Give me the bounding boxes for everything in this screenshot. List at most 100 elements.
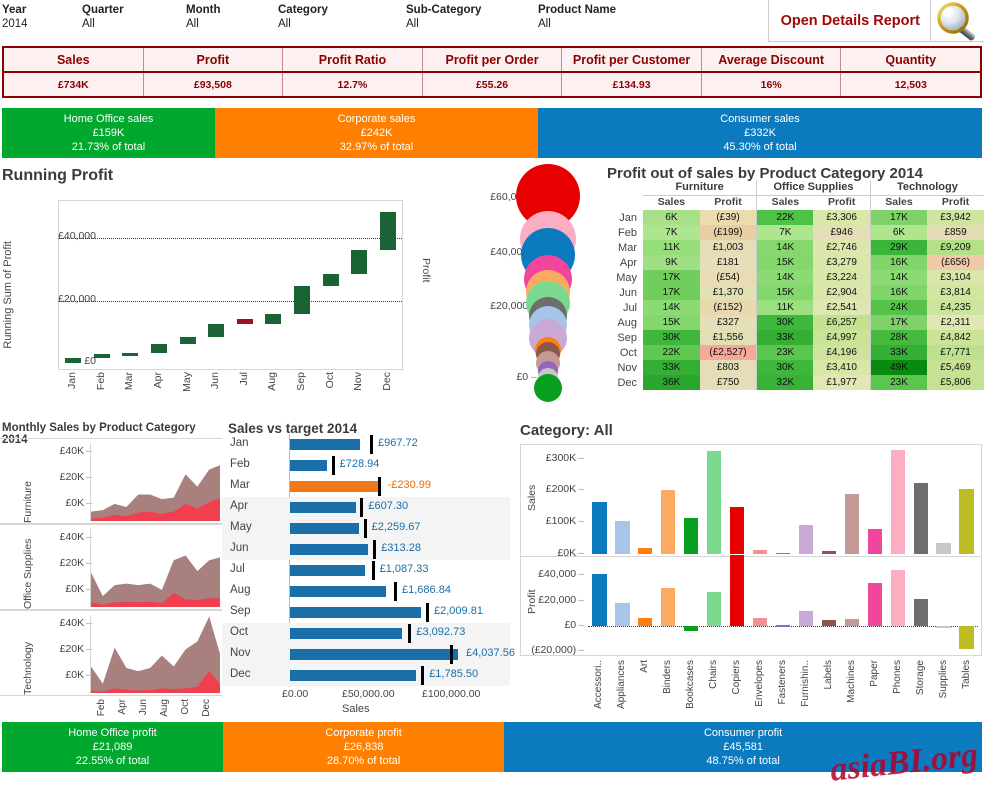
open-details-report-button[interactable]: Open Details Report — [767, 0, 984, 42]
category-sales-bar-Supplies[interactable] — [936, 543, 951, 554]
filter-year[interactable]: Year 2014 — [2, 3, 28, 32]
cell-Oct-5: £7,771 — [927, 345, 984, 360]
category-profit-bar-Appliances[interactable] — [615, 603, 630, 627]
waterfall-bar-Jun — [208, 323, 225, 338]
row-month-Aug: Aug — [617, 316, 637, 329]
cell-Dec-4: 23K — [869, 375, 928, 390]
category-profit-bar-Phones[interactable] — [890, 570, 905, 627]
category-x-tick-Appliances: Appliances — [616, 660, 628, 709]
category-sales-bar-Binders[interactable] — [661, 489, 676, 554]
waterfall-bar-Nov — [351, 250, 368, 275]
cell-Jun-0: 17K — [643, 285, 700, 300]
kpi-value-5: 16% — [701, 73, 842, 96]
filter-value[interactable]: All — [538, 17, 616, 32]
category-sales-bar-Envelopes[interactable] — [752, 550, 768, 554]
filter-sub-category[interactable]: Sub-Category All — [406, 3, 481, 32]
category-profit-bar-Accessori..[interactable] — [592, 573, 607, 627]
cell-Jan-3: £3,306 — [813, 210, 871, 225]
segment-pct: 22.55% of total — [75, 755, 150, 767]
category-profit-bar-Fasteners[interactable] — [775, 625, 791, 628]
category-sales-bar-Appliances[interactable] — [615, 520, 630, 554]
category-sales-bar-Tables[interactable] — [959, 488, 974, 554]
sales-segment-2[interactable]: Consumer sales £332K 45.30% of total — [538, 108, 982, 158]
svt-bar-Apr[interactable] — [290, 502, 356, 513]
category-sales-bar-Chairs[interactable] — [707, 450, 722, 554]
svt-bar-Feb[interactable] — [290, 460, 327, 471]
cell-Jun-5: £3,814 — [927, 285, 984, 300]
category-sales-bar-Fasteners[interactable] — [775, 553, 791, 554]
category-sales-bar-Phones[interactable] — [890, 450, 905, 554]
area-x-tick-Aug: Aug — [159, 699, 170, 717]
filter-value[interactable]: All — [82, 17, 124, 32]
svt-bar-Jan[interactable] — [290, 439, 361, 450]
svt-bar-Aug[interactable] — [290, 586, 386, 597]
sales-segment-1[interactable]: Corporate sales £242K 32.97% of total — [214, 108, 539, 158]
profit-segment-0[interactable]: Home Office profit £21,089 22.55% of total — [2, 722, 223, 772]
profit-segment-2[interactable]: Consumer profit £45,581 48.75% of total — [504, 722, 982, 772]
svt-bar-May[interactable] — [290, 523, 359, 534]
category-profit-bar-Chairs[interactable] — [707, 591, 722, 627]
row-month-Jun: Jun — [619, 286, 637, 299]
category-sales-bar-Storage[interactable] — [913, 483, 928, 554]
sales-segment-0[interactable]: Home Office sales £159K 21.73% of total — [2, 108, 215, 158]
kpi-header-0: Sales — [4, 48, 144, 71]
magnifier-icon — [930, 0, 984, 42]
filter-month[interactable]: Month All — [186, 3, 220, 32]
filter-quarter[interactable]: Quarter All — [82, 3, 124, 32]
area-x-tick-Jun: Jun — [138, 699, 149, 716]
svt-target-Dec — [421, 666, 425, 685]
category-profit-bar-Paper[interactable] — [867, 582, 882, 627]
category-sales-bar-Furnishin..[interactable] — [798, 525, 814, 554]
svt-bar-Mar[interactable] — [290, 481, 380, 492]
category-sales-bar-Art[interactable] — [638, 548, 653, 554]
area-plot-Technology — [90, 615, 220, 693]
segment-value: £45,581 — [723, 741, 763, 753]
category-profit-bar-Storage[interactable] — [913, 599, 928, 627]
category-profit-bar-Bookcases[interactable] — [684, 626, 699, 632]
category-sales-bar-Machines[interactable] — [844, 493, 859, 554]
profit-by-segment-bar: Home Office profit £21,089 22.55% of total… — [2, 722, 982, 772]
profit-segment-1[interactable]: Corporate profit £26,838 28.70% of total — [222, 722, 505, 772]
category-sales-bar-Labels[interactable] — [821, 551, 836, 554]
svt-row-Jan: Jan £967.72 — [222, 434, 510, 455]
category-profit-bar-Binders[interactable] — [661, 587, 676, 627]
area-panel-Technology: Technology £40K £20K £0K — [0, 610, 222, 696]
svt-bar-Oct[interactable] — [290, 628, 402, 639]
filter-category[interactable]: Category All — [278, 3, 328, 32]
cell-Jun-2: 15K — [756, 285, 814, 300]
category-sales-bar-Copiers[interactable] — [730, 506, 745, 554]
svt-bar-Sep[interactable] — [290, 607, 422, 618]
category-profit-bar-Machines[interactable] — [844, 619, 859, 627]
category-profit-bar-Furnishin..[interactable] — [798, 610, 814, 627]
cell-Feb-5: £859 — [927, 225, 984, 240]
category-sales-bar-Accessori..[interactable] — [592, 502, 607, 554]
svt-bar-Jul[interactable] — [290, 565, 366, 576]
svt-row-Aug: Aug £1,686.84 — [222, 581, 510, 602]
svt-bar-Dec[interactable] — [290, 670, 417, 681]
category-profit-bar-Art[interactable] — [638, 618, 653, 627]
category-profit-bar-Labels[interactable] — [821, 619, 836, 627]
category-profit-bar-Copiers[interactable] — [730, 554, 745, 627]
svt-month-Jan: Jan — [230, 437, 249, 449]
filter-value[interactable]: All — [406, 17, 481, 32]
area-y-tick-2-0: £40K — [44, 617, 92, 629]
filter-value[interactable]: All — [186, 17, 220, 32]
filter-product-name[interactable]: Product Name All — [538, 3, 616, 32]
cell-Mar-3: £2,746 — [813, 240, 871, 255]
category-sales-bar-Bookcases[interactable] — [684, 518, 699, 554]
bubble-14[interactable] — [534, 374, 562, 402]
category-profit-bar-Supplies[interactable] — [936, 626, 951, 629]
filter-value[interactable]: All — [278, 17, 328, 32]
sub-header-Technology-Sales: Sales — [869, 195, 928, 210]
svt-month-May: May — [230, 521, 252, 533]
kpi-header-5: Average Discount — [701, 48, 842, 71]
svt-month-Sep: Sep — [230, 605, 251, 617]
area-x-tick-Oct: Oct — [180, 699, 191, 715]
svt-bar-Nov[interactable] — [290, 649, 458, 660]
segment-value: £332K — [744, 127, 776, 139]
category-sales-bar-Paper[interactable] — [867, 529, 882, 554]
svt-bar-Jun[interactable] — [290, 544, 369, 555]
filter-value[interactable]: 2014 — [2, 17, 28, 32]
category-profit-bar-Envelopes[interactable] — [752, 618, 768, 627]
category-profit-bar-Tables[interactable] — [959, 626, 974, 649]
